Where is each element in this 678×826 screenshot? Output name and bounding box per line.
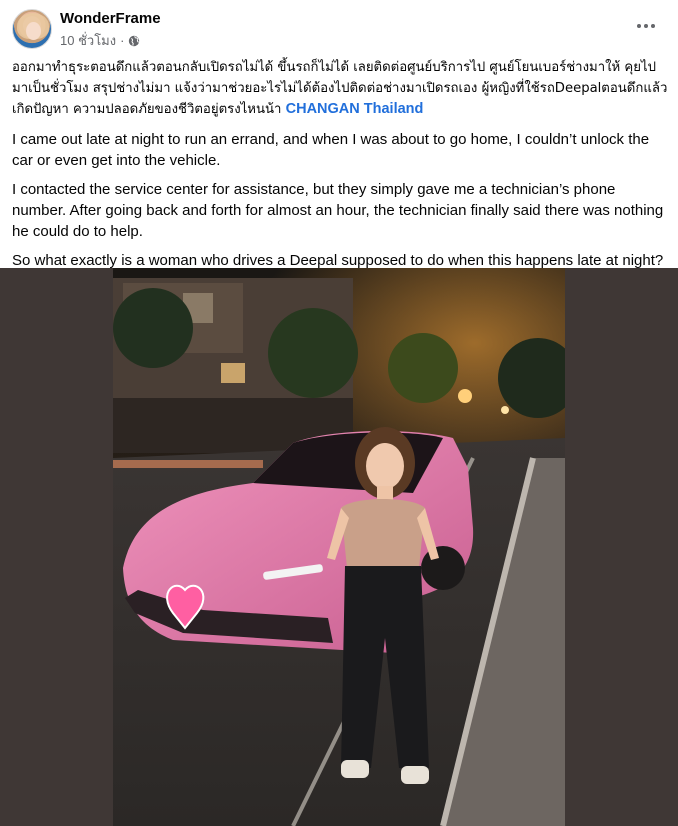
person-face [366, 443, 404, 489]
post-paragraph: I came out late at night to run an erran… [12, 130, 650, 169]
person-neck [377, 486, 393, 500]
tree [388, 333, 458, 403]
tree [113, 288, 193, 368]
more-dot [644, 24, 648, 28]
street-light [458, 389, 472, 403]
avatar-face [26, 22, 41, 40]
more-dot [637, 24, 641, 28]
person-shoe [341, 760, 369, 778]
post-paragraph: I contacted the service center for assis… [12, 180, 664, 240]
street-light [501, 406, 509, 414]
post-header: WonderFrame 10 ชั่วโมง · [0, 0, 678, 56]
more-options-icon[interactable] [634, 14, 658, 38]
globe-icon [129, 35, 140, 46]
post-meta: 10 ชั่วโมง · [60, 30, 140, 51]
more-dot [651, 24, 655, 28]
window [221, 363, 245, 383]
post-photo[interactable] [0, 268, 678, 826]
mention-link[interactable]: CHANGAN Thailand [286, 101, 424, 117]
facebook-post: WonderFrame 10 ชั่วโมง · ออกมาทำธุระตอนด… [0, 0, 678, 826]
post-timestamp[interactable]: 10 ชั่วโมง [60, 30, 116, 51]
person-top [341, 499, 425, 568]
meta-separator: · [120, 33, 125, 48]
author-name[interactable]: WonderFrame [60, 10, 161, 27]
post-body: ออกมาทำธุระตอนดึกแล้วตอนกลับเปิดรถไม่ได้… [12, 58, 672, 271]
author-avatar[interactable] [12, 9, 52, 49]
person-shoe [401, 766, 429, 784]
night-street-photo [113, 268, 565, 826]
car-wheel [421, 546, 465, 590]
light-streak [113, 460, 263, 468]
post-thai-text: ออกมาทำธุระตอนดึกแล้วตอนกลับเปิดรถไม่ได้… [12, 58, 672, 121]
tree [268, 308, 358, 398]
